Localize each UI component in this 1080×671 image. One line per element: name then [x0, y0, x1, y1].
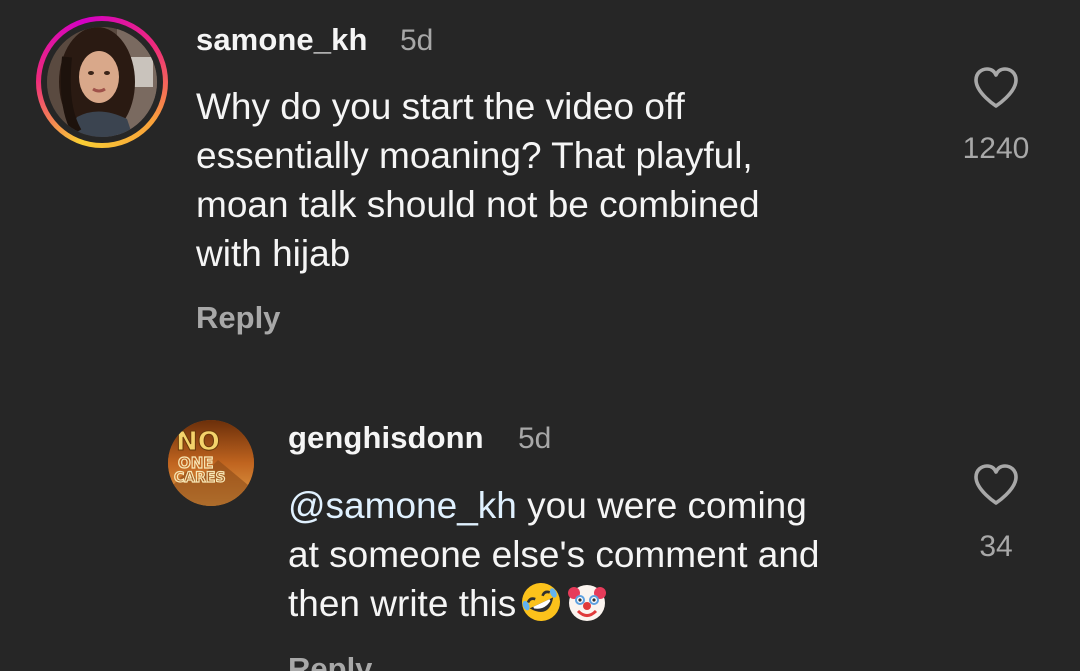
reply-button[interactable]: Reply	[288, 651, 372, 671]
comment-text: @samone_kh you were coming at someone el…	[288, 481, 928, 628]
comment-timestamp: 5d	[518, 422, 552, 455]
comment-text: Why do you start the video off essential…	[196, 82, 916, 278]
story-ring[interactable]	[36, 16, 168, 148]
avatar[interactable]	[47, 27, 157, 137]
comment-line: with hijab	[196, 233, 351, 274]
no-one-cares-logo-icon: NO ONE CARES	[168, 420, 254, 506]
comment-line: at someone else's comment and	[288, 534, 820, 575]
comment-line: essentially moaning? That playful,	[196, 135, 753, 176]
comment-line: Why do you start the video off	[196, 86, 685, 127]
comment-username[interactable]: genghisdonn	[288, 420, 484, 456]
comment-username[interactable]: samone_kh	[196, 22, 367, 58]
reply-button[interactable]: Reply	[196, 300, 280, 336]
svg-text:NO: NO	[176, 427, 220, 457]
mention-link[interactable]: @samone_kh	[288, 485, 517, 526]
comment-line: @samone_kh you were coming	[288, 485, 807, 526]
avatar[interactable]: NO ONE CARES	[168, 420, 254, 506]
svg-text:CARES: CARES	[174, 470, 226, 486]
like-count: 34	[979, 530, 1013, 563]
like-count: 1240	[962, 132, 1030, 165]
profile-photo-icon	[47, 27, 157, 137]
comments-screen: samone_kh 5d Why do you start the video …	[0, 0, 1080, 671]
comment-line: then write this	[288, 579, 928, 628]
rolling-on-floor-laughing-emoji	[522, 583, 561, 621]
heart-outline-icon[interactable]	[972, 66, 1020, 110]
comment-timestamp: 5d	[400, 24, 434, 57]
comment-line: moan talk should not be combined	[196, 184, 760, 225]
clown-face-emoji	[568, 585, 607, 621]
heart-outline-icon[interactable]	[972, 463, 1020, 507]
